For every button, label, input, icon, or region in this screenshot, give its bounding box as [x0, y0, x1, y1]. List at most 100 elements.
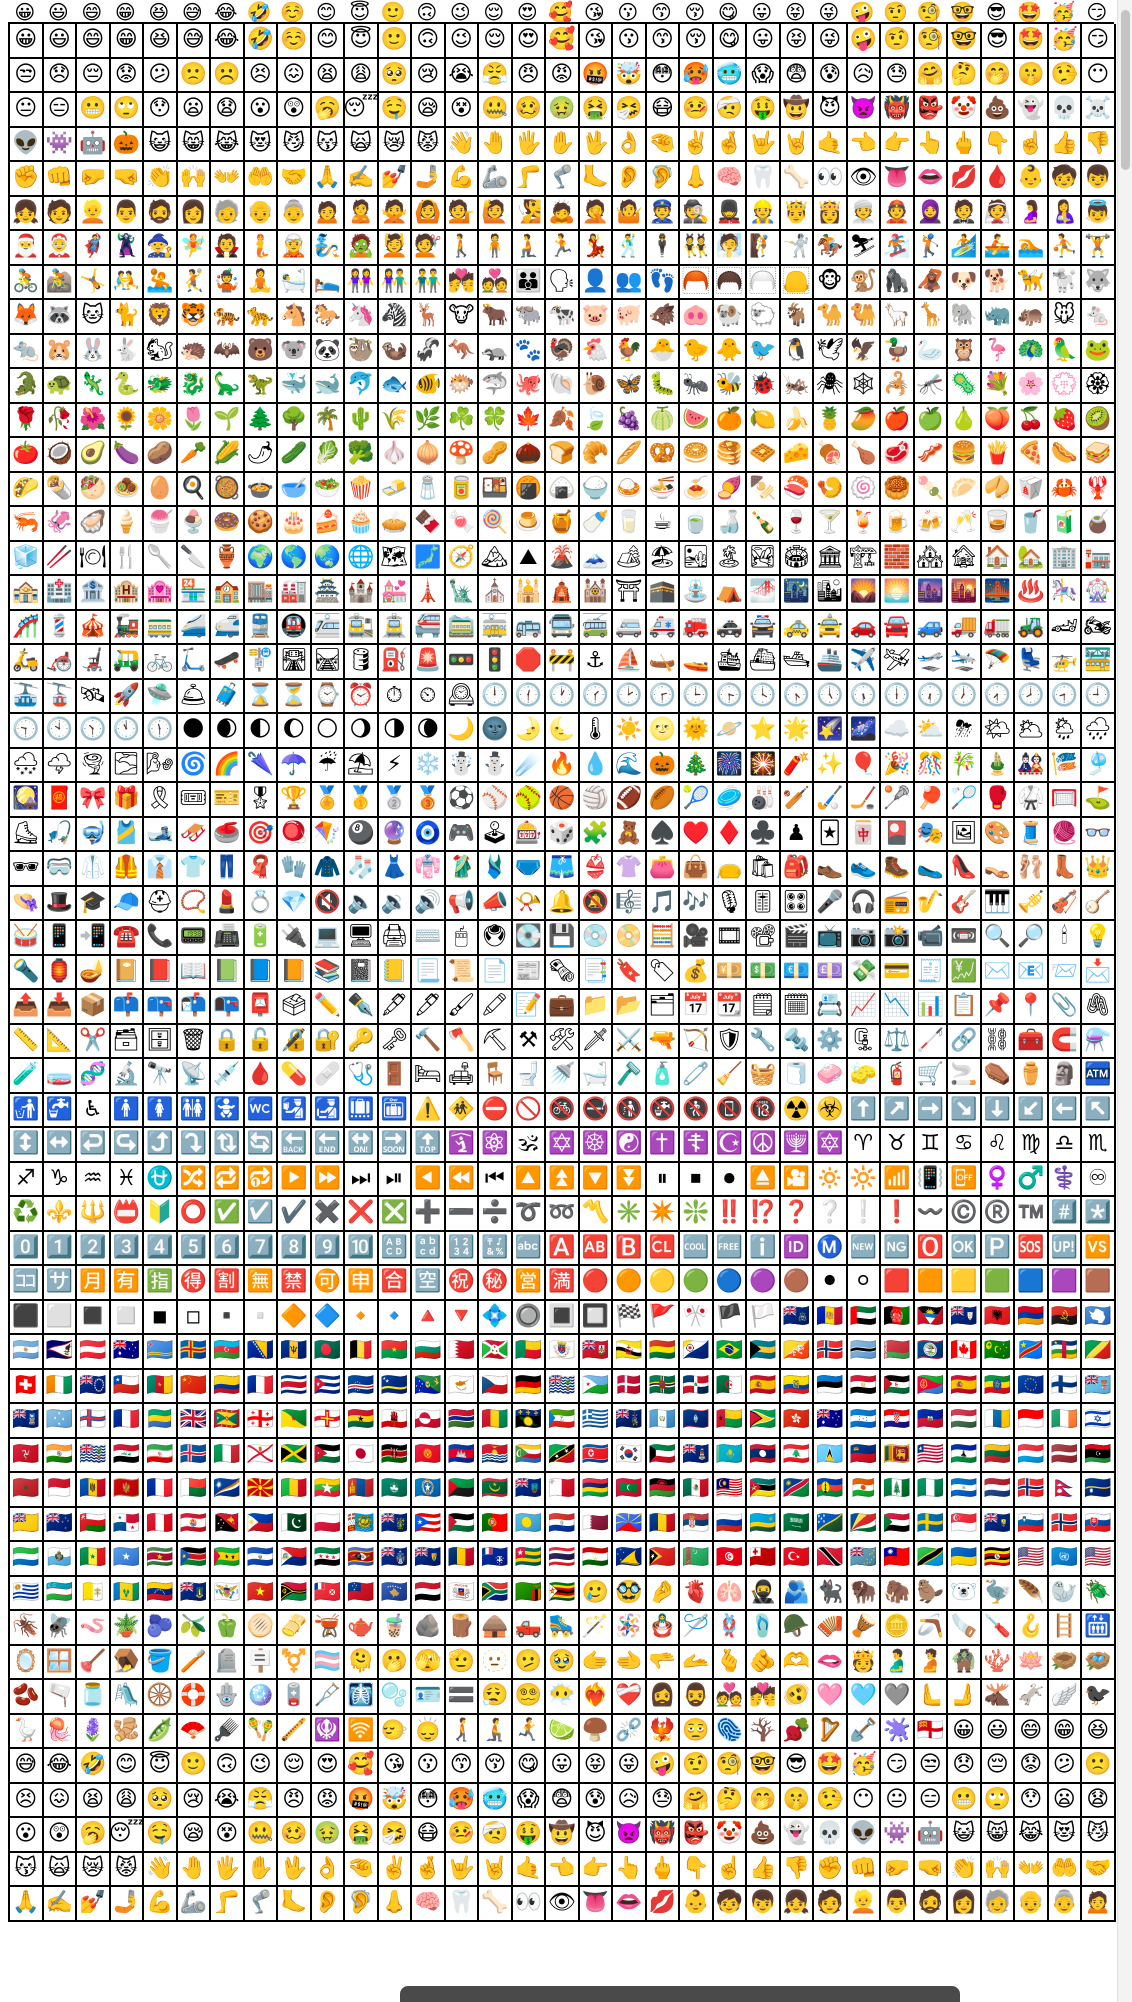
emoji-cell[interactable]: 🚹 — [110, 1093, 144, 1128]
emoji-cell[interactable]: 🖖 — [278, 1852, 312, 1887]
emoji-cell[interactable]: 🚎 — [579, 610, 613, 645]
emoji-cell[interactable]: ❌ — [345, 1197, 379, 1232]
emoji-cell[interactable]: 🫣 — [412, 1645, 446, 1680]
emoji-cell[interactable]: 🍉 — [680, 403, 714, 438]
emoji-cell[interactable]: 🤚 — [177, 1852, 211, 1887]
emoji-cell[interactable]: 🇭🇷 — [881, 1404, 915, 1439]
emoji-cell[interactable]: 👉 — [579, 1852, 613, 1887]
emoji-cell[interactable]: ⏯ — [378, 1162, 412, 1197]
emoji-cell[interactable]: 🧐 — [713, 1749, 747, 1784]
emoji-cell[interactable]: 🙀 — [43, 1852, 77, 1887]
emoji-cell[interactable]: 🕹 — [479, 817, 513, 852]
emoji-cell[interactable]: 🇺🇸 — [1082, 1542, 1116, 1577]
emoji-cell[interactable]: 🧐 — [913, 0, 947, 22]
emoji-cell[interactable]: 🚜 — [1015, 610, 1049, 645]
emoji-cell[interactable]: 🪒 — [613, 1059, 647, 1094]
emoji-cell[interactable]: ✒️ — [345, 990, 379, 1025]
emoji-cell[interactable]: 🇺🇾 — [10, 1576, 44, 1611]
emoji-cell[interactable]: 🐝 — [713, 369, 747, 404]
emoji-cell[interactable]: ↗️ — [881, 1093, 915, 1128]
emoji-cell[interactable]: 🐢 — [43, 369, 77, 404]
emoji-cell[interactable]: 🌴 — [311, 403, 345, 438]
emoji-cell[interactable]: 🅰️ — [546, 1231, 580, 1266]
emoji-cell[interactable]: 〽️ — [579, 1197, 613, 1232]
emoji-cell[interactable]: ⚪ — [847, 1266, 881, 1301]
emoji-cell[interactable]: 🛑 — [512, 645, 546, 680]
emoji-cell[interactable]: 😼 — [1082, 1818, 1116, 1853]
emoji-cell[interactable]: 🚵 — [43, 265, 77, 300]
emoji-cell[interactable]: 🈶 — [110, 1266, 144, 1301]
emoji-cell[interactable]: 🅾️ — [914, 1231, 948, 1266]
emoji-cell[interactable]: 😜 — [613, 1749, 647, 1784]
emoji-cell[interactable]: 🇱🇮 — [847, 1438, 881, 1473]
emoji-cell[interactable]: 🇲🇭 — [211, 1473, 245, 1508]
emoji-cell[interactable]: 🇧🇬 — [412, 1335, 446, 1370]
emoji-cell[interactable]: 🍂 — [546, 403, 580, 438]
emoji-cell[interactable]: 🪂 — [981, 645, 1015, 680]
emoji-cell[interactable]: 🇸🇿 — [345, 1542, 379, 1577]
emoji-cell[interactable]: 🇧🇧 — [278, 1335, 312, 1370]
emoji-cell[interactable]: 🏴 — [713, 1300, 747, 1335]
emoji-cell[interactable]: 🇱🇷 — [914, 1438, 948, 1473]
emoji-cell[interactable]: 👩 — [948, 1887, 982, 1922]
emoji-cell[interactable]: 👶 — [680, 1887, 714, 1922]
emoji-cell[interactable]: 💑 — [479, 265, 513, 300]
emoji-cell[interactable]: 😮 — [10, 1818, 44, 1853]
emoji-cell[interactable]: 🫁 — [713, 1576, 747, 1611]
emoji-cell[interactable]: 🩸 — [981, 162, 1015, 197]
emoji-cell[interactable]: 🦤 — [981, 1576, 1015, 1611]
emoji-cell[interactable]: 🇲🇱 — [278, 1473, 312, 1508]
emoji-cell[interactable]: 🇨🇽 — [412, 1369, 446, 1404]
emoji-cell[interactable]: 🎗 — [144, 783, 178, 818]
emoji-cell[interactable]: 🤿 — [77, 817, 111, 852]
emoji-cell[interactable]: 📩 — [1082, 955, 1116, 990]
emoji-cell[interactable]: 🙂 — [378, 24, 412, 59]
emoji-cell[interactable]: 🧲 — [1048, 1024, 1082, 1059]
emoji-cell[interactable]: 🍻 — [914, 507, 948, 542]
emoji-cell[interactable]: 💩 — [747, 1818, 781, 1853]
emoji-cell[interactable]: 🥢 — [43, 541, 77, 576]
emoji-cell[interactable]: 🖍 — [479, 990, 513, 1025]
emoji-cell[interactable]: 🇳🇦 — [780, 1473, 814, 1508]
emoji-cell[interactable]: 🇵🇦 — [110, 1507, 144, 1542]
emoji-cell[interactable]: ♾ — [1082, 1162, 1116, 1197]
emoji-cell[interactable]: 🙀 — [345, 127, 379, 162]
emoji-cell[interactable]: 👫 — [378, 265, 412, 300]
emoji-cell[interactable]: 🇭🇺 — [948, 1404, 982, 1439]
emoji-cell[interactable]: 🍦 — [110, 507, 144, 542]
emoji-cell[interactable]: 🧱 — [881, 541, 915, 576]
emoji-cell[interactable]: ♉ — [881, 1128, 915, 1163]
emoji-cell[interactable]: 🦵 — [512, 162, 546, 197]
emoji-cell[interactable]: 🇬🇫 — [278, 1404, 312, 1439]
emoji-cell[interactable]: 🤺 — [780, 231, 814, 266]
emoji-cell[interactable]: 🦜 — [1048, 334, 1082, 369]
emoji-cell[interactable]: 🤩 — [1015, 24, 1049, 59]
emoji-cell[interactable]: 🖖 — [579, 127, 613, 162]
emoji-cell[interactable]: 💮 — [1048, 369, 1082, 404]
emoji-cell[interactable]: 📰 — [512, 955, 546, 990]
emoji-cell[interactable]: 😆 — [142, 0, 176, 22]
emoji-cell[interactable]: 🇷🇼 — [747, 1507, 781, 1542]
emoji-cell[interactable]: 🇮🇪 — [1048, 1404, 1082, 1439]
emoji-cell[interactable]: 🚽 — [512, 1059, 546, 1094]
emoji-cell[interactable]: 🕡 — [914, 679, 948, 714]
emoji-cell[interactable]: 💳 — [881, 955, 915, 990]
emoji-cell[interactable]: 🧪 — [10, 1059, 44, 1094]
emoji-cell[interactable]: 🐙 — [512, 369, 546, 404]
emoji-cell[interactable]: 😙 — [645, 0, 679, 22]
emoji-cell[interactable]: 🛒 — [914, 1059, 948, 1094]
emoji-cell[interactable]: 🌸 — [1015, 369, 1049, 404]
emoji-cell[interactable]: 🏐 — [579, 783, 613, 818]
emoji-cell[interactable]: 🧖 — [713, 231, 747, 266]
emoji-cell[interactable]: 😕 — [1048, 1749, 1082, 1784]
emoji-cell[interactable]: 👿 — [847, 93, 881, 128]
emoji-cell[interactable]: ☎️ — [110, 921, 144, 956]
emoji-cell[interactable]: 🪣 — [144, 1645, 178, 1680]
emoji-cell[interactable]: ⬇️ — [981, 1093, 1015, 1128]
emoji-cell[interactable]: 🏰 — [345, 576, 379, 611]
emoji-cell[interactable]: 🔋 — [244, 921, 278, 956]
emoji-cell[interactable]: 🪱 — [77, 1611, 111, 1646]
emoji-cell[interactable]: 📧 — [1015, 955, 1049, 990]
emoji-cell[interactable]: 🐟 — [378, 369, 412, 404]
emoji-cell[interactable]: 🤡 — [713, 1818, 747, 1853]
